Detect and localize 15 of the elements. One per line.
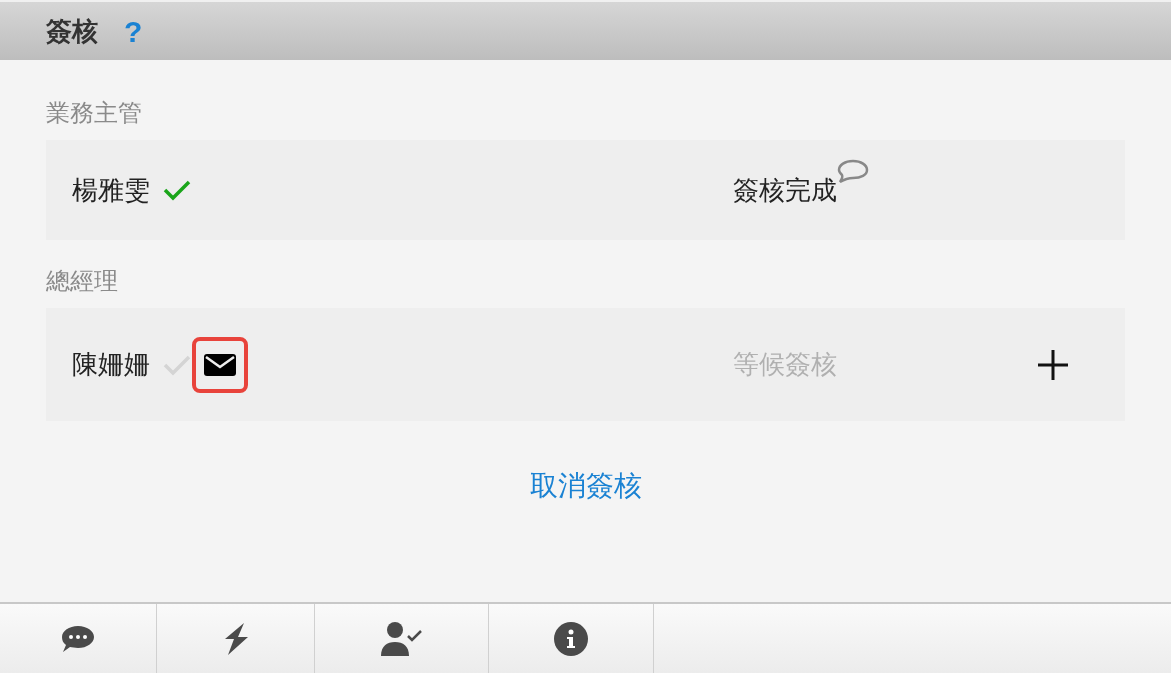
chat-icon [60,623,96,654]
stage-label: 業務主管 [46,98,143,128]
mail-button[interactable] [192,336,248,393]
help-link[interactable]: ? [124,8,143,54]
header-title: 簽核 [46,14,98,48]
plus-icon [1037,348,1069,381]
status-text: 等候簽核 [733,348,837,381]
cancel-approval-link[interactable]: 取消簽核 [529,465,642,507]
user-check-icon [379,621,424,656]
signer-name: 楊雅雯 [72,173,150,207]
status-text: 簽核完成 [733,173,837,207]
mail-icon [204,353,236,376]
signer-name: 陳姍姍 [72,348,150,381]
stage-label: 總經理 [46,266,119,296]
info-icon [554,621,588,656]
